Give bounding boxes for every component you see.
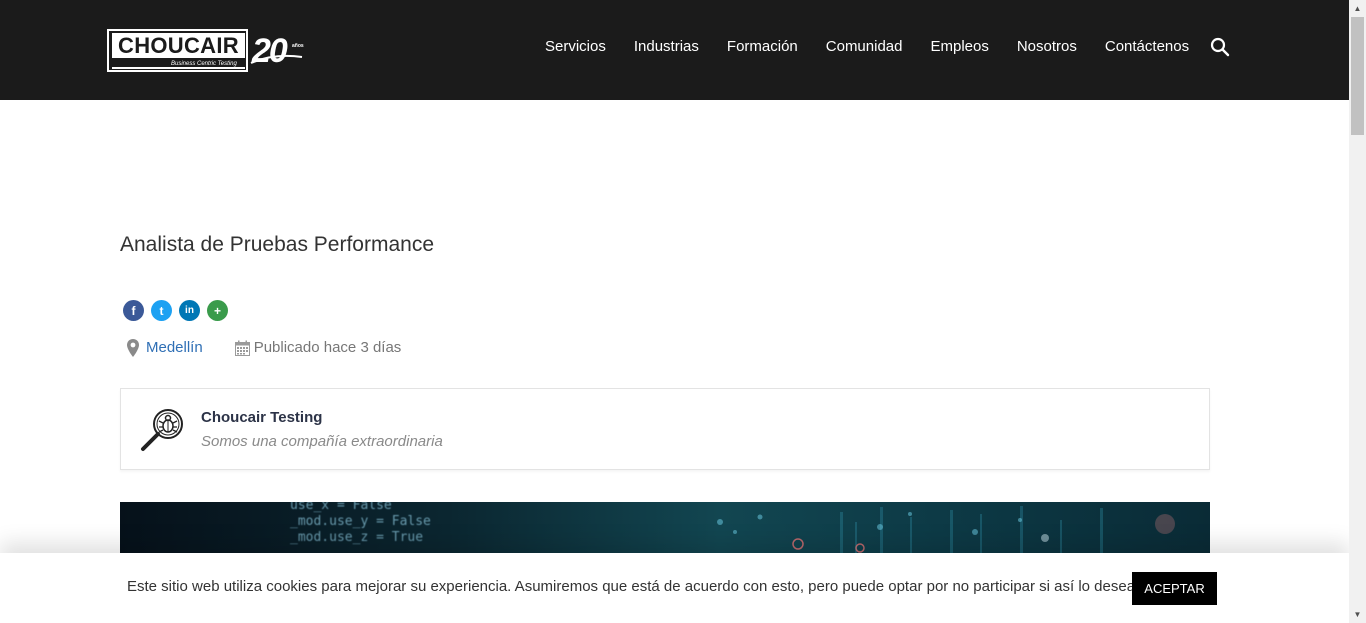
nav-formacion[interactable]: Formación	[727, 37, 798, 57]
company-card: Choucair Testing Somos una compañía extr…	[120, 388, 1210, 470]
logo-box: CHOUCAIR Business Centric Testing	[107, 29, 248, 72]
nav-servicios[interactable]: Servicios	[545, 37, 606, 57]
scroll-down-icon[interactable]: ▼	[1349, 606, 1366, 623]
cookie-message: Este sitio web utiliza cookies para mejo…	[127, 578, 1140, 595]
logo-underline	[112, 67, 245, 69]
facebook-icon[interactable]: f	[123, 300, 144, 321]
banner-code-line-2: _mod.use_y = False	[290, 514, 431, 529]
accept-cookies-button[interactable]: ACEPTAR	[1132, 572, 1217, 605]
job-location-link[interactable]: Medellín	[146, 338, 203, 358]
search-icon[interactable]	[1210, 37, 1230, 57]
anniversary-note: años	[292, 42, 304, 49]
main-nav: Servicios Industrias Formación Comunidad…	[545, 37, 1189, 57]
linkedin-icon[interactable]: in	[179, 300, 200, 321]
logo-brand: CHOUCAIR	[112, 33, 245, 58]
nav-nosotros[interactable]: Nosotros	[1017, 37, 1077, 57]
bug-magnifier-icon	[141, 409, 183, 451]
site-header: CHOUCAIR Business Centric Testing 20 año…	[0, 0, 1349, 100]
banner-code-line-3: _mod.use_z = True	[290, 530, 424, 545]
location-pin-icon	[127, 339, 139, 357]
more-share-icon[interactable]: +	[207, 300, 228, 321]
share-buttons: f t in +	[123, 300, 235, 321]
scrollbar-thumb[interactable]	[1351, 17, 1364, 135]
posted-date: Publicado hace 3 días	[253, 339, 402, 356]
vertical-scrollbar[interactable]: ▲ ▼	[1349, 0, 1366, 623]
nav-empleos[interactable]: Empleos	[930, 37, 988, 57]
nav-comunidad[interactable]: Comunidad	[826, 37, 903, 57]
nav-contactenos[interactable]: Contáctenos	[1105, 37, 1189, 57]
banner-code-line-1: use_x = False	[290, 502, 392, 513]
twitter-icon[interactable]: t	[151, 300, 172, 321]
swoosh-icon	[250, 54, 303, 64]
nav-industrias[interactable]: Industrias	[634, 37, 699, 57]
job-title: Analista de Pruebas Performance	[120, 233, 435, 256]
cookie-consent-bar: Este sitio web utiliza cookies para mejo…	[0, 553, 1349, 623]
scroll-up-icon[interactable]: ▲	[1349, 0, 1366, 17]
calendar-icon	[234, 340, 250, 356]
company-name[interactable]: Choucair Testing	[201, 408, 322, 428]
company-tagline: Somos una compañía extraordinaria	[201, 433, 443, 450]
choucair-logo[interactable]: CHOUCAIR Business Centric Testing 20 año…	[107, 29, 304, 72]
job-meta: Medellín Publicado hace 3 días	[126, 338, 401, 358]
